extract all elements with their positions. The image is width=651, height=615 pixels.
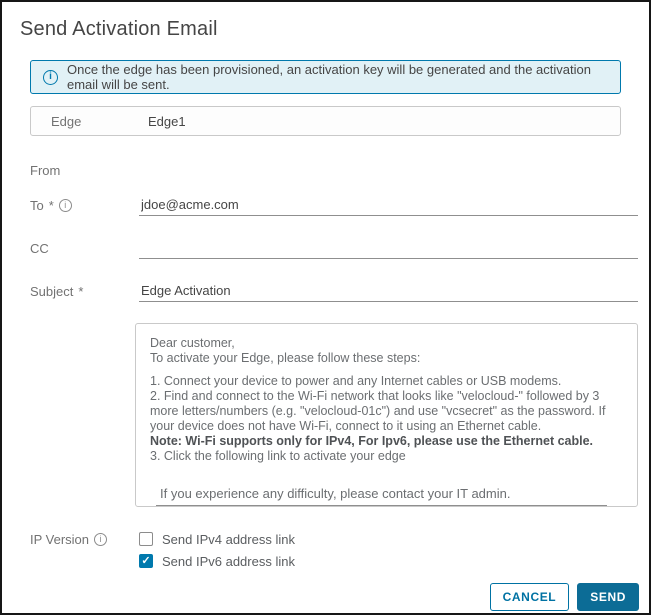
ipv4-option-label: Send IPv4 address link	[162, 532, 295, 547]
edge-label: Edge	[51, 114, 148, 129]
ipv6-option-row: ✓ Send IPv6 address link	[139, 553, 295, 569]
to-info-icon[interactable]: i	[59, 199, 72, 212]
subject-label: Subject *	[30, 284, 139, 302]
from-label: From	[30, 163, 139, 178]
ipv4-checkbox[interactable]: ✓	[139, 532, 153, 546]
send-button[interactable]: SEND	[577, 583, 639, 611]
from-row: From	[2, 162, 649, 178]
ip-version-label: IP Version i	[30, 531, 139, 547]
support-line-wrap	[156, 486, 607, 506]
edge-readonly-row: Edge Edge1	[30, 106, 621, 136]
cancel-button[interactable]: CANCEL	[490, 583, 570, 611]
to-row: To * i	[2, 196, 649, 216]
message-note: Note: Wi-Fi supports only for IPv4, For …	[150, 434, 623, 449]
cc-row: CC	[2, 239, 649, 259]
info-banner-text: Once the edge has been provisioned, an a…	[67, 62, 608, 92]
required-marker: *	[78, 284, 83, 299]
required-marker: *	[49, 198, 54, 213]
support-line-input[interactable]	[156, 486, 607, 506]
message-step3: 3. Click the following link to activate …	[150, 449, 623, 464]
message-step2: 2. Find and connect to the Wi-Fi network…	[150, 389, 623, 434]
send-activation-email-dialog: Send Activation Email i Once the edge ha…	[0, 0, 651, 615]
edge-value: Edge1	[148, 114, 186, 129]
ip-version-section: IP Version i ✓ Send IPv4 address link ✓ …	[2, 531, 649, 575]
to-input[interactable]	[139, 196, 638, 216]
info-banner: i Once the edge has been provisioned, an…	[30, 60, 621, 94]
to-label: To * i	[30, 198, 139, 216]
cc-label: CC	[30, 241, 139, 259]
ipv6-option-label: Send IPv6 address link	[162, 554, 295, 569]
info-circle-icon: i	[43, 70, 58, 85]
spacer	[150, 366, 623, 374]
ip-version-options: ✓ Send IPv4 address link ✓ Send IPv6 add…	[139, 531, 295, 575]
check-icon: ✓	[141, 556, 150, 567]
ip-version-info-icon[interactable]: i	[94, 533, 107, 546]
subject-row: Subject *	[2, 282, 649, 302]
email-body-preview: Dear customer, To activate your Edge, pl…	[135, 323, 638, 507]
message-greeting: Dear customer,	[150, 336, 623, 351]
message-intro: To activate your Edge, please follow the…	[150, 351, 623, 366]
ipv4-option-row: ✓ Send IPv4 address link	[139, 531, 295, 547]
message-step1: 1. Connect your device to power and any …	[150, 374, 623, 389]
ipv6-checkbox[interactable]: ✓	[139, 554, 153, 568]
page-title: Send Activation Email	[20, 16, 631, 42]
subject-input[interactable]	[139, 282, 638, 302]
dialog-footer: CANCEL SEND	[2, 583, 639, 611]
cc-input[interactable]	[139, 239, 638, 259]
